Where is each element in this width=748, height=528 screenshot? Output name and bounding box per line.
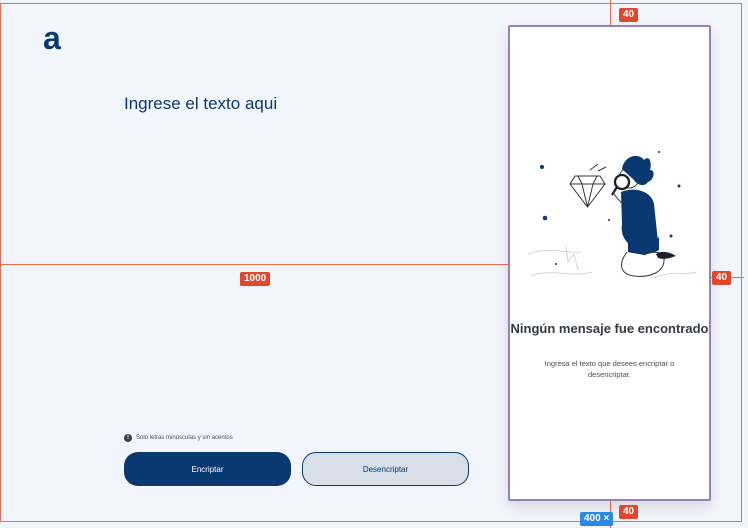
vertical-guide-top bbox=[610, 0, 611, 25]
horizontal-guide bbox=[0, 264, 510, 265]
helper-note-text: Solo letras minúsculas y sin acentos bbox=[136, 435, 233, 441]
decrypt-button[interactable]: Desencriptar bbox=[302, 452, 469, 486]
empty-state-description: Ingresa el texto que desees encriptar o … bbox=[544, 359, 675, 379]
search-illustration bbox=[527, 151, 697, 279]
text-input-placeholder[interactable]: Ingrese el texto aqui bbox=[124, 94, 277, 114]
info-icon: ! bbox=[124, 434, 132, 442]
spacing-badge-top: 40 bbox=[619, 8, 639, 22]
encrypt-button[interactable]: Encriptar bbox=[124, 452, 291, 486]
helper-note: ! Solo letras minúsculas y sin acentos bbox=[124, 434, 233, 442]
logo: a bbox=[43, 20, 61, 56]
output-panel: Ningún mensaje fue encontrado Ingresa el… bbox=[508, 25, 711, 501]
spacing-badge-right: 40 bbox=[712, 271, 732, 285]
empty-state-title: Ningún mensaje fue encontrado bbox=[510, 321, 709, 336]
panel-size-badge: 400 × bbox=[580, 512, 614, 526]
spacing-badge-bottom: 40 bbox=[619, 505, 639, 519]
width-badge: 1000 bbox=[240, 272, 271, 286]
